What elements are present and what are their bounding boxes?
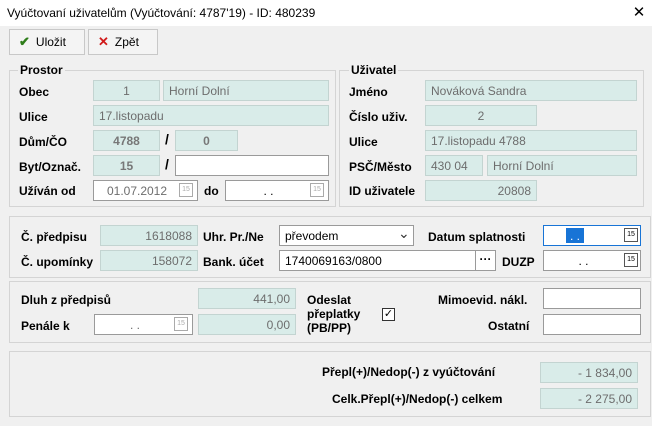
psc-mesto-label: PSČ/Město xyxy=(349,160,412,174)
splatnost-selected-text: . . xyxy=(566,228,585,243)
window-title: Vyúčtovaní uživatelům (Vyúčtování: 4787'… xyxy=(7,6,316,20)
predpis-field[interactable]: 1618088 xyxy=(100,225,198,246)
id-uzivatele-label: ID uživatele xyxy=(349,184,416,198)
save-button-label: Uložit xyxy=(35,35,66,49)
cislo-uziv-label: Číslo uživ. xyxy=(349,110,408,124)
checkmark-icon: ✔ xyxy=(19,34,30,49)
calendar-icon[interactable]: 15 xyxy=(174,317,188,331)
co-field[interactable]: 0 xyxy=(175,130,238,151)
odeslat-label-3: (PB/PP) xyxy=(307,321,352,335)
oznac-input[interactable] xyxy=(175,155,329,176)
dum-field[interactable]: 4788 xyxy=(93,130,160,151)
obec-label: Obec xyxy=(19,85,50,99)
calendar-icon[interactable]: 15 xyxy=(624,228,638,242)
vyuctovani-balance-field[interactable]: - 1 834,00 xyxy=(540,362,638,383)
total-balance-field[interactable]: - 2 275,00 xyxy=(540,388,638,409)
duzp-label: DUZP xyxy=(502,255,535,269)
vyuctovani-balance-label: Přepl(+)/Nedop(-) z vyúčtování xyxy=(322,365,496,379)
odeslat-label-1: Odeslat xyxy=(307,293,352,307)
calendar-icon[interactable]: 15 xyxy=(310,183,324,197)
prostor-group-title: Prostor xyxy=(18,63,65,77)
dluh-label: Dluh z předpisů xyxy=(21,293,111,307)
save-button[interactable]: ✔ Uložit xyxy=(9,29,85,55)
cross-icon: ✕ xyxy=(98,34,109,49)
uzivatel-ulice-label: Ulice xyxy=(349,135,378,149)
cislo-uziv-field[interactable]: 2 xyxy=(425,105,537,126)
byt-oznac-separator: / xyxy=(165,156,169,172)
calendar-icon[interactable]: 15 xyxy=(179,183,193,197)
odeslat-label-2: přeplatky xyxy=(307,307,361,321)
close-icon[interactable]: ✕ xyxy=(630,3,648,21)
obec-name-field[interactable]: Horní Dolní xyxy=(163,80,329,101)
byt-label: Byt/Označ. xyxy=(19,160,82,174)
ostatni-input[interactable] xyxy=(543,314,641,335)
uzivatel-group-title: Uživatel xyxy=(349,63,399,77)
jmeno-field[interactable]: Nováková Sandra xyxy=(425,80,637,101)
calendar-icon[interactable]: 15 xyxy=(624,253,638,267)
dluh-field[interactable]: 441,00 xyxy=(198,288,296,309)
odeslat-preplatky-checkbox[interactable]: ✓ xyxy=(382,308,395,321)
ulice-label: Ulice xyxy=(19,110,48,124)
mimoevid-label: Mimoevid. nákl. xyxy=(438,293,528,307)
dum-co-label: Dům/ČO xyxy=(19,135,67,149)
ellipsis-button[interactable]: ··· xyxy=(475,251,495,270)
upominky-label: Č. upomínky xyxy=(21,255,94,269)
ostatni-label: Ostatní xyxy=(488,319,530,333)
bank-ucet-input[interactable]: 1740069163/0800 xyxy=(279,250,496,271)
ulice-field[interactable]: 17.listopadu xyxy=(93,105,329,126)
back-button-label: Zpět xyxy=(114,35,139,49)
obec-code-field[interactable]: 1 xyxy=(93,80,160,101)
uhr-select[interactable]: převodem xyxy=(279,225,414,246)
penale-label: Penále k xyxy=(21,319,70,333)
chevron-down-icon[interactable]: ⌄ xyxy=(398,225,410,242)
upominky-field[interactable]: 158072 xyxy=(100,250,198,271)
mesto-field[interactable]: Horní Dolní xyxy=(487,155,637,176)
predpis-label: Č. předpisu xyxy=(21,230,88,244)
mimoevid-input[interactable] xyxy=(543,288,641,309)
total-balance-label: Celk.Přepl(+)/Nedop(-) celkem xyxy=(332,392,503,406)
uzivatel-ulice-field[interactable]: 17.listopadu 4788 xyxy=(425,130,637,151)
dum-co-separator: / xyxy=(165,131,169,147)
byt-field[interactable]: 15 xyxy=(93,155,160,176)
do-label: do xyxy=(204,184,219,198)
back-button[interactable]: ✕ Zpět xyxy=(88,29,158,55)
psc-field[interactable]: 430 04 xyxy=(425,155,483,176)
uhr-label: Uhr. Pr./Ne xyxy=(203,230,264,244)
jmeno-label: Jméno xyxy=(349,85,388,99)
datum-splatnosti-label: Datum splatnosti xyxy=(428,230,526,244)
penale-value-field[interactable]: 0,00 xyxy=(198,314,296,335)
bank-ucet-label: Bank. účet xyxy=(203,255,264,269)
uzivan-od-label: Užíván od xyxy=(19,184,76,198)
id-uzivatele-field[interactable]: 20808 xyxy=(425,180,537,201)
